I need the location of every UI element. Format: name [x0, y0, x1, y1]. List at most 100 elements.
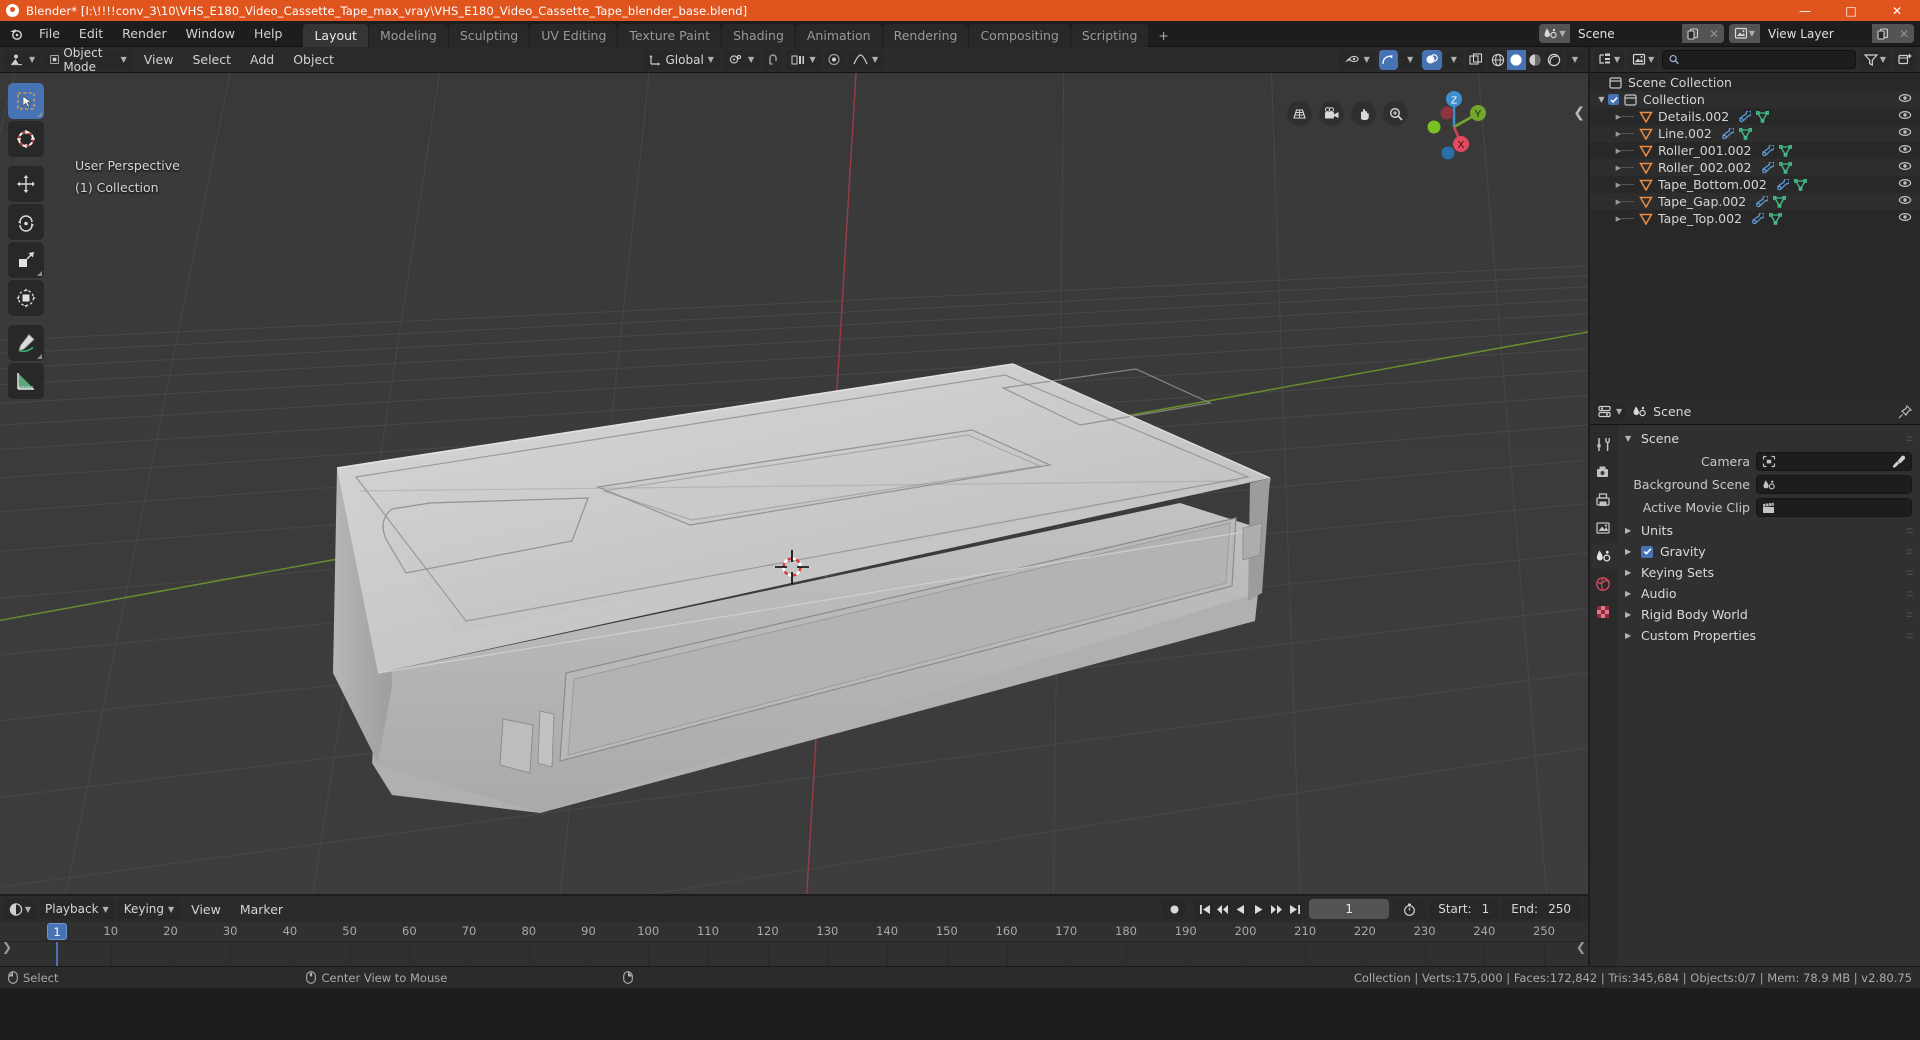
rotate-tool[interactable] [8, 204, 44, 240]
timeline-playhead[interactable] [56, 942, 58, 966]
outliner-collection-row[interactable]: ▼ Collection [1590, 91, 1920, 108]
move-tool[interactable] [8, 166, 44, 202]
start-frame-field[interactable]: Start: 1 [1429, 899, 1499, 919]
viewport-menu-add[interactable]: Add [242, 50, 282, 70]
tab-shading[interactable]: Shading [722, 23, 795, 47]
timeline-expand-right-icon[interactable]: ❮ [1576, 942, 1586, 954]
view-layer-tab[interactable] [1591, 515, 1617, 541]
scene-name[interactable]: Scene [1570, 24, 1682, 43]
new-view-layer-button[interactable] [1872, 24, 1894, 43]
auto-keying-button[interactable] [1162, 899, 1187, 919]
proportional-editing-toggle[interactable] [824, 49, 845, 70]
modifier-icon[interactable] [1755, 195, 1769, 208]
remove-view-layer-button[interactable]: ✕ [1894, 24, 1914, 43]
outliner-search-field[interactable] [1684, 52, 1849, 67]
panel-scene-disclosure-icon[interactable]: ▼ [1625, 434, 1634, 443]
view-layer-name[interactable]: View Layer [1760, 24, 1872, 43]
tab-uv-editing[interactable]: UV Editing [530, 23, 618, 47]
panel-audio-disclosure-icon[interactable]: ▶ [1625, 589, 1634, 598]
modifier-icon[interactable] [1751, 212, 1765, 225]
snap-toggle-button[interactable] [763, 49, 783, 70]
viewport-sidebar-toggle[interactable]: ❮ [1573, 105, 1585, 121]
panel-units-header[interactable]: ▶ Units :::: [1617, 520, 1920, 541]
material-preview-shading-button[interactable] [1526, 50, 1545, 70]
tab-texture-paint[interactable]: Texture Paint [618, 23, 722, 47]
object-visibility-icon[interactable] [1898, 109, 1912, 121]
use-preview-range-button[interactable] [1393, 899, 1426, 919]
timeline-expand-left-icon[interactable]: ❯ [2, 942, 12, 954]
outliner-object-row[interactable]: ▶ Line.002 [1590, 125, 1920, 142]
viewport-menu-select[interactable]: Select [184, 50, 239, 70]
collection-checkbox[interactable] [1608, 94, 1619, 105]
timeline-menu-keying[interactable]: Keying ▼ [117, 899, 181, 919]
menu-help[interactable]: Help [245, 23, 292, 44]
panel-custom-properties-header[interactable]: ▶ Custom Properties :::: [1617, 625, 1920, 646]
viewport-menu-view[interactable]: View [136, 50, 182, 70]
jump-to-start-button[interactable] [1196, 899, 1213, 919]
tab-compositing[interactable]: Compositing [969, 23, 1070, 47]
blender-app-icon[interactable] [6, 24, 26, 44]
view-layer-selector[interactable]: ▼ View Layer ✕ [1729, 24, 1914, 43]
active-movie-clip-field[interactable] [1756, 498, 1912, 517]
mesh-data-icon[interactable] [1793, 178, 1807, 191]
panel-rigid-body-world-disclosure-icon[interactable]: ▶ [1625, 610, 1634, 619]
collection-visibility-icon[interactable] [1898, 92, 1912, 104]
outliner-scene-collection-row[interactable]: Scene Collection [1590, 74, 1920, 91]
mesh-data-icon[interactable] [1738, 127, 1752, 140]
panel-keying-sets-header[interactable]: ▶ Keying Sets :::: [1617, 562, 1920, 583]
play-button[interactable] [1250, 899, 1267, 919]
wireframe-shading-button[interactable] [1488, 50, 1507, 70]
timeline-playhead-label[interactable]: 1 [47, 923, 67, 940]
object-visibility-icon[interactable] [1898, 160, 1912, 172]
texture-tab[interactable] [1591, 599, 1617, 625]
prev-keyframe-button[interactable] [1214, 899, 1231, 919]
tab-layout[interactable]: Layout [303, 23, 368, 47]
panel-audio-header[interactable]: ▶ Audio :::: [1617, 583, 1920, 604]
modifier-icon[interactable] [1761, 144, 1774, 157]
shading-options-selector[interactable]: ▼ [1565, 49, 1584, 70]
snap-target-selector[interactable]: ▼ [785, 49, 822, 70]
show-gizmo-toggle[interactable] [1378, 49, 1399, 70]
xray-toggle[interactable] [1465, 49, 1486, 70]
gravity-checkbox[interactable] [1641, 545, 1653, 558]
measure-tool[interactable] [8, 363, 44, 399]
annotate-tool[interactable] [8, 325, 44, 361]
interaction-mode-selector[interactable]: Object Mode ▼ [44, 46, 133, 74]
tab-rendering[interactable]: Rendering [882, 23, 969, 47]
overlay-options-selector[interactable]: ▼ [1444, 49, 1463, 70]
scene-tab[interactable] [1590, 543, 1617, 569]
transform-tool[interactable] [8, 280, 44, 316]
object-visibility-icon[interactable] [1898, 143, 1912, 155]
toggle-camera-persp-icon[interactable] [1287, 101, 1312, 126]
mesh-data-icon[interactable] [1773, 195, 1787, 208]
collection-disclosure-icon[interactable]: ▼ [1595, 95, 1608, 104]
scale-tool[interactable] [8, 242, 44, 278]
panel-gravity-disclosure-icon[interactable]: ▶ [1625, 547, 1634, 556]
panel-scene-header[interactable]: ▼ Scene :::: [1617, 428, 1920, 449]
camera-view-icon[interactable] [1319, 101, 1344, 126]
navigation-gizmo[interactable]: Z Y X [1412, 85, 1496, 169]
world-tab[interactable] [1591, 571, 1617, 597]
new-collection-button[interactable] [1894, 49, 1916, 70]
editor-type-selector[interactable]: ▼ [4, 49, 42, 70]
outliner-editor-type-selector[interactable]: ▼ [1594, 49, 1625, 70]
viewport-menu-object[interactable]: Object [285, 50, 342, 70]
current-frame-field[interactable]: 1 [1309, 899, 1390, 919]
tab-sculpting[interactable]: Sculpting [448, 23, 530, 47]
object-visibility-icon[interactable] [1898, 211, 1912, 223]
cursor-tool[interactable] [8, 121, 44, 157]
gizmo-options-selector[interactable]: ▼ [1401, 49, 1420, 70]
modifier-icon[interactable] [1738, 110, 1752, 123]
3d-viewport[interactable]: User Perspective (1) Collection Z Y X ❮ [0, 73, 1588, 894]
new-scene-button[interactable] [1682, 24, 1704, 43]
tab-animation[interactable]: Animation [795, 23, 882, 47]
render-tab[interactable] [1591, 459, 1617, 485]
tab-modeling[interactable]: Modeling [368, 23, 448, 47]
menu-edit[interactable]: Edit [70, 23, 112, 44]
jump-to-end-button[interactable] [1286, 899, 1303, 919]
camera-field[interactable] [1756, 452, 1912, 471]
outliner-object-row[interactable]: ▶ Tape_Top.002 [1590, 210, 1920, 227]
proportional-falloff-selector[interactable]: ▼ [847, 49, 885, 70]
mesh-data-icon[interactable] [1756, 110, 1770, 123]
outliner-object-row[interactable]: ▶ Roller_001.002 [1590, 142, 1920, 159]
